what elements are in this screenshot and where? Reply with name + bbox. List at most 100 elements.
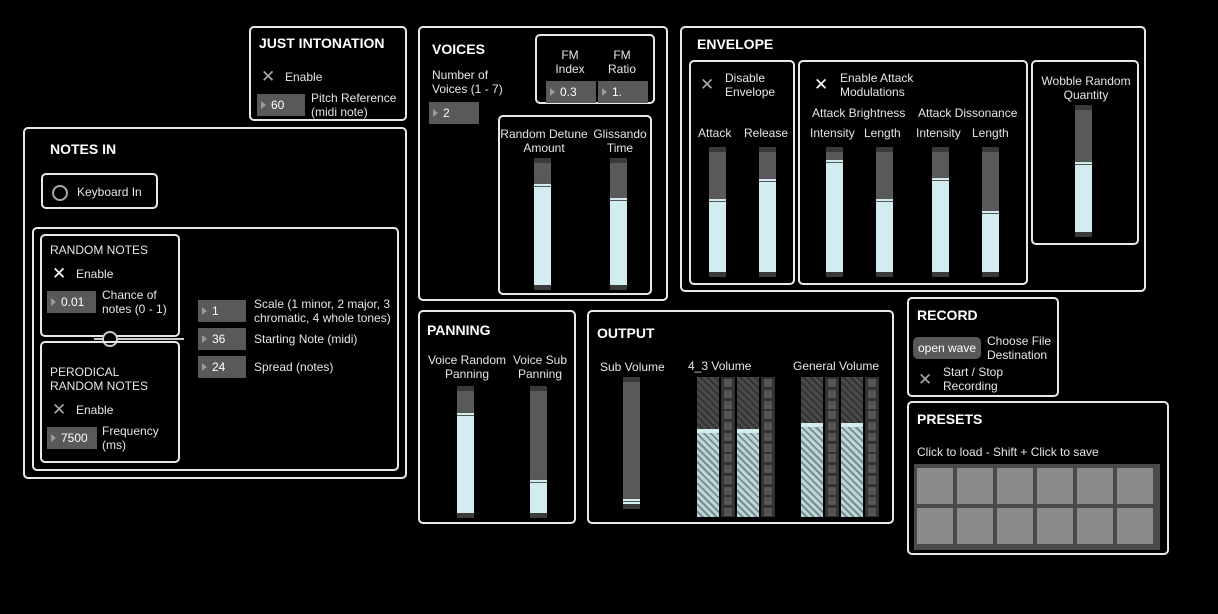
gain-knob bbox=[697, 429, 719, 433]
preset-slot-10[interactable] bbox=[1037, 508, 1073, 544]
slider-fill bbox=[709, 198, 726, 272]
release-slider[interactable] bbox=[759, 147, 776, 277]
preset-slot-2[interactable] bbox=[957, 468, 993, 504]
pitch-reference-number[interactable]: 60 bbox=[257, 94, 305, 116]
preset-grid bbox=[914, 464, 1160, 550]
voice-sub-label: Voice Sub Panning bbox=[512, 353, 568, 381]
gain-unfilled bbox=[697, 377, 719, 429]
meter-segment bbox=[868, 390, 876, 398]
diss-intensity-label: Intensity bbox=[916, 126, 961, 140]
start-stop-label: Start / Stop Recording bbox=[943, 365, 1004, 393]
chance-number[interactable]: 0.01 bbox=[47, 291, 96, 313]
detune-slider[interactable] bbox=[534, 158, 551, 290]
preset-slot-11[interactable] bbox=[1077, 508, 1113, 544]
fm-index-number[interactable]: 0.3 bbox=[546, 81, 596, 103]
meter-segment bbox=[724, 508, 732, 516]
attack-label: Attack bbox=[698, 126, 732, 140]
gain-knob bbox=[801, 423, 823, 427]
meter-segment bbox=[828, 401, 836, 409]
volume-43-right-meter bbox=[761, 377, 775, 517]
meter-segment bbox=[724, 390, 732, 398]
record-title: RECORD bbox=[917, 307, 978, 323]
envelope-title: ENVELOPE bbox=[697, 36, 774, 52]
bright-length-slider[interactable] bbox=[876, 147, 893, 277]
scale-number[interactable]: 1 bbox=[198, 300, 246, 322]
preset-slot-12[interactable] bbox=[1117, 508, 1153, 544]
preset-slot-1[interactable] bbox=[917, 468, 953, 504]
slider-bottom-cap bbox=[623, 504, 640, 509]
voice-random-slider[interactable] bbox=[457, 386, 474, 518]
preset-slot-8[interactable] bbox=[957, 508, 993, 544]
wobble-slider[interactable] bbox=[1075, 105, 1092, 237]
general-volume-left-slider[interactable] bbox=[801, 377, 823, 517]
sub-volume-label: Sub Volume bbox=[600, 360, 665, 374]
preset-slot-7[interactable] bbox=[917, 508, 953, 544]
glissando-label: Glissando Time bbox=[593, 127, 647, 155]
enable-mod-toggle[interactable]: ✕ bbox=[814, 76, 828, 93]
fm-ratio-number[interactable]: 1. bbox=[598, 81, 648, 103]
bright-length-label: Length bbox=[864, 126, 901, 140]
diss-intensity-slider[interactable] bbox=[932, 147, 949, 277]
meter-segment bbox=[868, 379, 876, 387]
volume-43-label: 4_3 Volume bbox=[688, 359, 752, 373]
fm-group: FM Index FM Ratio 0.3 1. bbox=[535, 34, 655, 104]
random-notes-enable-label: Enable bbox=[76, 267, 114, 281]
volume-43-left-slider[interactable] bbox=[697, 377, 719, 517]
meter-segment bbox=[724, 379, 732, 387]
open-wave-button[interactable]: open wave bbox=[913, 337, 981, 359]
attack-slider[interactable] bbox=[709, 147, 726, 277]
voice-sliders-group: Random Detune Amount Glissando Time bbox=[498, 115, 652, 295]
bright-intensity-slider[interactable] bbox=[826, 147, 843, 277]
meter-segment bbox=[764, 390, 772, 398]
voice-sub-slider[interactable] bbox=[530, 386, 547, 518]
random-notes-enable-toggle[interactable]: ✕ bbox=[52, 265, 66, 282]
slider-top-cap bbox=[530, 386, 547, 391]
slider-bottom-cap bbox=[534, 285, 551, 290]
dissonance-label: Attack Dissonance bbox=[918, 106, 1018, 120]
frequency-number[interactable]: 7500 bbox=[47, 427, 97, 449]
record-panel: RECORD open wave Choose File Destination… bbox=[907, 297, 1059, 397]
wobble-label: Wobble Random Quantity bbox=[1041, 74, 1131, 102]
meter-segment bbox=[724, 465, 732, 473]
glissando-slider[interactable] bbox=[610, 158, 627, 290]
starting-note-number[interactable]: 36 bbox=[198, 328, 246, 350]
gain-unfilled bbox=[737, 377, 759, 429]
slider-top-cap bbox=[709, 147, 726, 152]
volume-43-right-slider[interactable] bbox=[737, 377, 759, 517]
diss-length-slider[interactable] bbox=[982, 147, 999, 277]
periodic-enable-toggle[interactable]: ✕ bbox=[52, 401, 66, 418]
slider-fill bbox=[826, 159, 843, 272]
general-volume-right-slider[interactable] bbox=[841, 377, 863, 517]
slider-bottom-cap bbox=[530, 513, 547, 518]
spread-number[interactable]: 24 bbox=[198, 356, 246, 378]
voices-title: VOICES bbox=[432, 41, 485, 57]
sub-volume-slider[interactable] bbox=[623, 377, 640, 509]
preset-slot-9[interactable] bbox=[997, 508, 1033, 544]
disable-envelope-toggle[interactable]: ✕ bbox=[700, 76, 714, 93]
preset-slot-5[interactable] bbox=[1077, 468, 1113, 504]
num-voices-number[interactable]: 2 bbox=[429, 102, 479, 124]
preset-slot-6[interactable] bbox=[1117, 468, 1153, 504]
meter-segment bbox=[828, 487, 836, 495]
meter-segment bbox=[764, 465, 772, 473]
notes-in-panel: NOTES IN Keyboard In RANDOM NOTES ✕ Enab… bbox=[23, 127, 407, 479]
record-toggle[interactable]: ✕ bbox=[918, 371, 932, 388]
brightness-label: Attack Brightness bbox=[812, 106, 906, 120]
meter-segment bbox=[724, 444, 732, 452]
meter-segment bbox=[868, 476, 876, 484]
meter-segment bbox=[724, 401, 732, 409]
slider-bottom-cap bbox=[932, 272, 949, 277]
voice-random-label: Voice Random Panning bbox=[427, 353, 507, 381]
slider-top-cap bbox=[759, 147, 776, 152]
preset-slot-3[interactable] bbox=[997, 468, 1033, 504]
attack-mod-group: ✕ Enable Attack Modulations Attack Brigh… bbox=[798, 60, 1028, 285]
preset-slot-4[interactable] bbox=[1037, 468, 1073, 504]
keyboard-in-button[interactable]: Keyboard In bbox=[41, 173, 158, 209]
enable-mod-label: Enable Attack Modulations bbox=[840, 71, 914, 99]
slider-top-cap bbox=[826, 147, 843, 152]
just-intonation-panel: JUST INTONATION ✕ Enable 60 Pitch Refere… bbox=[249, 26, 407, 121]
keyboard-in-indicator bbox=[52, 185, 68, 201]
output-panel: OUTPUT Sub Volume 4_3 Volume General Vol… bbox=[587, 310, 894, 524]
ji-enable-toggle[interactable]: ✕ bbox=[261, 68, 275, 85]
slider-top-cap bbox=[876, 147, 893, 152]
